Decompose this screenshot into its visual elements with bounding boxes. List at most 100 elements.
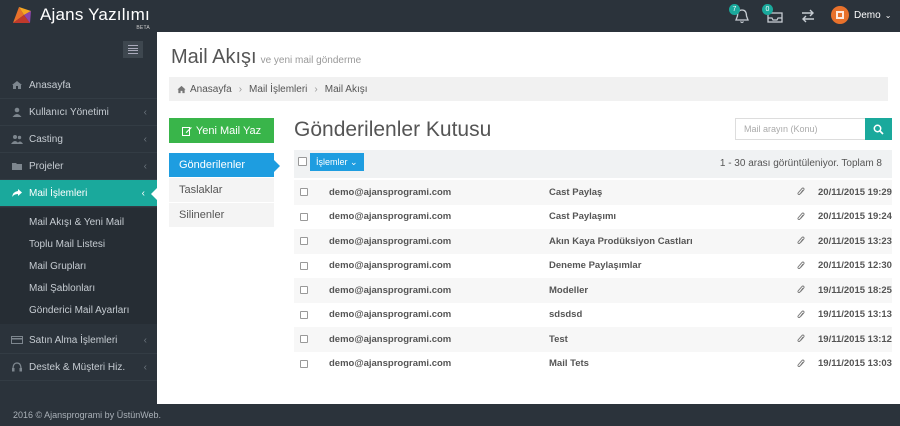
mail-subject: Cast Paylaşımı <box>549 211 617 223</box>
row-checkbox[interactable] <box>300 237 308 245</box>
mail-subject: Deneme Paylaşımlar <box>549 260 642 272</box>
sidebar-item-users[interactable]: Kullanıcı Yönetimi ‹ <box>0 99 157 126</box>
mail-row[interactable]: demo@ajansprogrami.com Deneme Paylaşımla… <box>294 254 892 279</box>
sidebar-item-label: Anasayfa <box>29 79 71 91</box>
sidebar-item-purchasing[interactable]: Satın Alma İşlemleri ‹ <box>0 327 157 354</box>
paperclip-icon <box>797 187 805 195</box>
folder-drafts[interactable]: Taslaklar <box>169 178 274 203</box>
submenu-item-mail-templates[interactable]: Mail Şablonları <box>0 278 157 300</box>
notifications-button[interactable]: 7 <box>729 4 753 25</box>
mail-row[interactable]: demo@ajansprogrami.com Modeller 19/11/20… <box>294 278 892 303</box>
footer-text: 2016 © Ajansprogrami by ÜstünWeb. <box>13 410 162 420</box>
select-all-checkbox[interactable] <box>298 157 307 166</box>
tasks-badge: 0 <box>762 4 773 15</box>
mail-row[interactable]: demo@ajansprogrami.com Cast Paylaşımı 20… <box>294 205 892 230</box>
breadcrumb-item-mail[interactable]: Mail İşlemleri <box>249 84 307 95</box>
sidebar-toggle-button[interactable] <box>123 41 143 58</box>
mail-date: 20/11/2015 13:23 <box>818 235 892 247</box>
mail-row[interactable]: demo@ajansprogrami.com Akın Kaya Prodüks… <box>294 229 892 254</box>
mail-subject: Akın Kaya Prodüksiyon Castları <box>549 235 693 247</box>
user-menu[interactable]: Demo ⌄ <box>831 6 891 24</box>
paperclip-icon <box>797 310 805 318</box>
mail-from: demo@ajansprogrami.com <box>329 284 452 296</box>
mail-date: 19/11/2015 13:13 <box>818 309 892 321</box>
beta-label: BETA <box>136 25 150 31</box>
chevron-left-icon: ‹ <box>141 188 145 199</box>
paperclip-icon <box>797 212 805 220</box>
edit-icon <box>181 126 192 136</box>
mail-row[interactable]: demo@ajansprogrami.com Cast Paylaş 20/11… <box>294 180 892 205</box>
new-mail-label: Yeni Mail Yaz <box>195 124 262 137</box>
breadcrumb-separator: › <box>314 83 318 95</box>
mail-date: 20/11/2015 19:29 <box>818 186 892 198</box>
new-mail-button[interactable]: Yeni Mail Yaz <box>169 118 274 143</box>
actions-label: İşlemler <box>316 157 348 167</box>
sidebar-item-casting[interactable]: Casting ‹ <box>0 126 157 153</box>
mail-search-input[interactable] <box>735 118 866 140</box>
paperclip-icon <box>797 261 805 269</box>
mail-date: 19/11/2015 13:03 <box>818 358 892 370</box>
sidebar-item-label: Mail İşlemleri <box>29 187 88 199</box>
headset-icon <box>12 362 22 372</box>
paperclip-icon <box>797 334 805 342</box>
row-checkbox[interactable] <box>300 286 308 294</box>
top-bar: Ajans Yazılımı BETA 7 0 Demo ⌄ <box>0 0 900 32</box>
row-checkbox[interactable] <box>300 212 308 221</box>
sidebar: Anasayfa Kullanıcı Yönetimi ‹ Casting ‹ … <box>0 32 157 404</box>
credit-card-icon <box>11 336 23 344</box>
folder-icon <box>12 163 22 170</box>
folder-sent[interactable]: Gönderilenler <box>169 153 280 178</box>
mail-from: demo@ajansprogrami.com <box>329 260 452 272</box>
row-checkbox[interactable] <box>300 359 308 368</box>
chevron-left-icon: ‹ <box>143 161 147 172</box>
mail-date: 19/11/2015 13:12 <box>818 333 892 345</box>
row-checkbox[interactable] <box>300 310 308 319</box>
search-button[interactable] <box>865 118 892 140</box>
pagination-info: 1 - 30 arası görüntüleniyor. Toplam 8 <box>719 158 882 169</box>
main-content: Mail Akışı ve yeni mail gönderme Anasayfa… <box>157 32 900 404</box>
submenu-item-bulk-mail[interactable]: Toplu Mail Listesi <box>0 234 157 256</box>
breadcrumb-separator: › <box>238 83 243 95</box>
chevron-down-icon: ⌄ <box>350 157 358 167</box>
mail-folders: Gönderilenler Taslaklar Silinenler <box>169 153 280 228</box>
chevron-left-icon: ‹ <box>143 362 147 373</box>
logo[interactable]: Ajans Yazılımı BETA <box>10 3 150 31</box>
mail-row[interactable]: demo@ajansprogrami.com Mail Tets 19/11/2… <box>294 352 892 377</box>
sidebar-item-label: Destek & Müşteri Hiz. <box>29 361 126 373</box>
mail-date: 20/11/2015 19:24 <box>818 211 892 223</box>
sidebar-item-support[interactable]: Destek & Müşteri Hiz. ‹ <box>0 354 157 381</box>
mail-from: demo@ajansprogrami.com <box>329 309 452 321</box>
avatar <box>831 6 849 24</box>
mail-date: 19/11/2015 18:25 <box>818 284 892 296</box>
user-name: Demo <box>854 9 881 21</box>
mail-row[interactable]: demo@ajansprogrami.com sdsdsd 19/11/2015… <box>294 303 892 328</box>
mail-row[interactable]: demo@ajansprogrami.com Test 19/11/2015 1… <box>294 327 892 352</box>
paperclip-icon <box>797 359 805 367</box>
submenu-item-sender-settings[interactable]: Gönderici Mail Ayarları <box>0 300 157 322</box>
tasks-button[interactable]: 0 <box>762 4 786 25</box>
mail-submenu: Mail Akışı & Yeni Mail Toplu Mail Listes… <box>0 208 157 324</box>
breadcrumb: Anasayfa › Mail İşlemleri › Mail Akışı <box>169 77 888 101</box>
sidebar-item-projects[interactable]: Projeler ‹ <box>0 153 157 180</box>
row-checkbox[interactable] <box>300 188 308 196</box>
exchange-icon <box>802 9 814 23</box>
chevron-down-icon: ⌄ <box>884 10 892 20</box>
row-checkbox[interactable] <box>300 261 308 270</box>
folder-deleted[interactable]: Silinenler <box>169 203 274 228</box>
switch-button[interactable] <box>797 7 819 25</box>
submenu-item-mail-groups[interactable]: Mail Grupları <box>0 256 157 278</box>
submenu-item-mail-flow[interactable]: Mail Akışı & Yeni Mail <box>0 212 157 234</box>
page-title-text: Mail Akışı <box>171 46 257 68</box>
sidebar-item-label: Kullanıcı Yönetimi <box>29 106 109 118</box>
breadcrumb-item-home[interactable]: Anasayfa <box>190 84 232 95</box>
sidebar-item-home[interactable]: Anasayfa <box>0 72 157 99</box>
user-icon <box>12 107 22 117</box>
user-avatar-icon <box>836 11 844 19</box>
mail-from: demo@ajansprogrami.com <box>329 358 452 370</box>
mail-subject: sdsdsd <box>549 309 583 321</box>
chevron-left-icon: ‹ <box>143 335 147 346</box>
row-checkbox[interactable] <box>300 335 308 343</box>
sidebar-item-mail[interactable]: Mail İşlemleri ‹ <box>0 180 157 207</box>
breadcrumb-item-current: Mail Akışı <box>324 83 368 95</box>
actions-dropdown[interactable]: İşlemler ⌄ <box>310 153 364 171</box>
